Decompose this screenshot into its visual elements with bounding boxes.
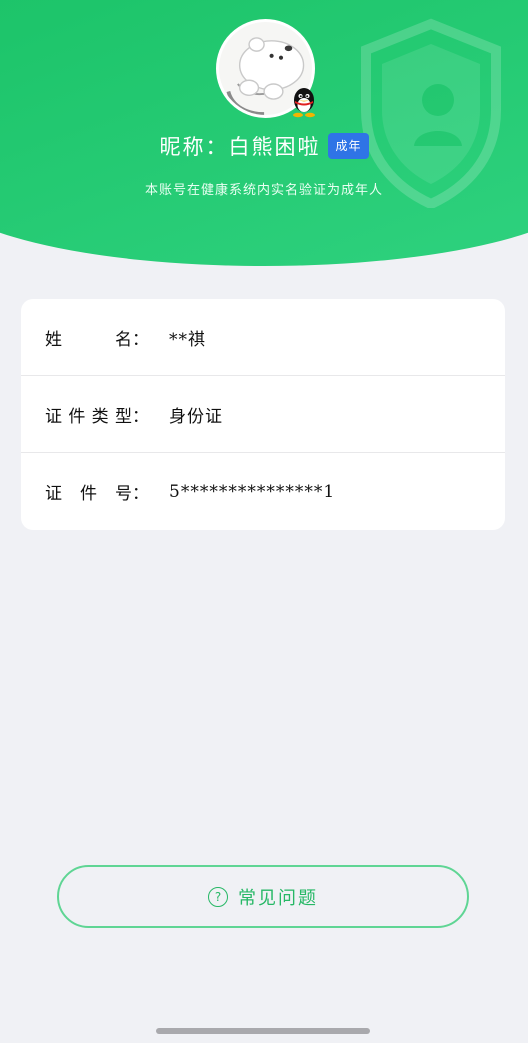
label-char: 型： — [114, 406, 149, 427]
verification-note: 本账号在健康系统内实名验证为成年人 — [144, 183, 383, 198]
label-char: 号： — [115, 484, 149, 504]
real-name-info-page: 昵称：白熊困啦 成年 本账号在健康系统内实名验证为成年人 姓 名： **祺 证 … — [0, 0, 528, 1043]
home-indicator[interactable] — [156, 1028, 370, 1034]
id-type-value: 身份证 — [169, 406, 223, 427]
label-char: 类 — [91, 406, 109, 427]
qq-penguin-icon — [293, 88, 315, 118]
label-char: 件 — [68, 406, 86, 427]
faq-label: 常见问题 — [238, 887, 318, 909]
nickname-row: 昵称：白熊困啦 成年 — [0, 130, 528, 162]
nickname: 昵称：白熊困啦 — [159, 135, 321, 159]
label-char: 证 — [45, 484, 62, 504]
id-type-row: 证 件 类 型： 身份证 — [21, 376, 505, 453]
name-label: 姓 名： — [45, 325, 169, 350]
id-number-row: 证 件 号： 5***************1 — [21, 453, 505, 530]
id-number-value: 5***************1 — [169, 481, 336, 502]
id-type-label: 证 件 类 型： — [45, 402, 169, 427]
label-char: 姓 — [45, 329, 62, 350]
name-row: 姓 名： **祺 — [21, 299, 505, 376]
label-char: 件 — [80, 484, 97, 504]
label-char: 证 — [45, 406, 62, 427]
adult-badge: 成年 — [328, 133, 369, 159]
label-char: 名： — [115, 329, 149, 350]
name-value: **祺 — [169, 329, 206, 350]
faq-button[interactable]: ? 常见问题 — [57, 865, 469, 928]
identity-card: 姓 名： **祺 证 件 类 型： 身份证 证 件 号： 5**********… — [21, 299, 505, 530]
id-number-label: 证 件 号： — [45, 479, 169, 504]
question-circle-icon: ? — [208, 886, 228, 907]
